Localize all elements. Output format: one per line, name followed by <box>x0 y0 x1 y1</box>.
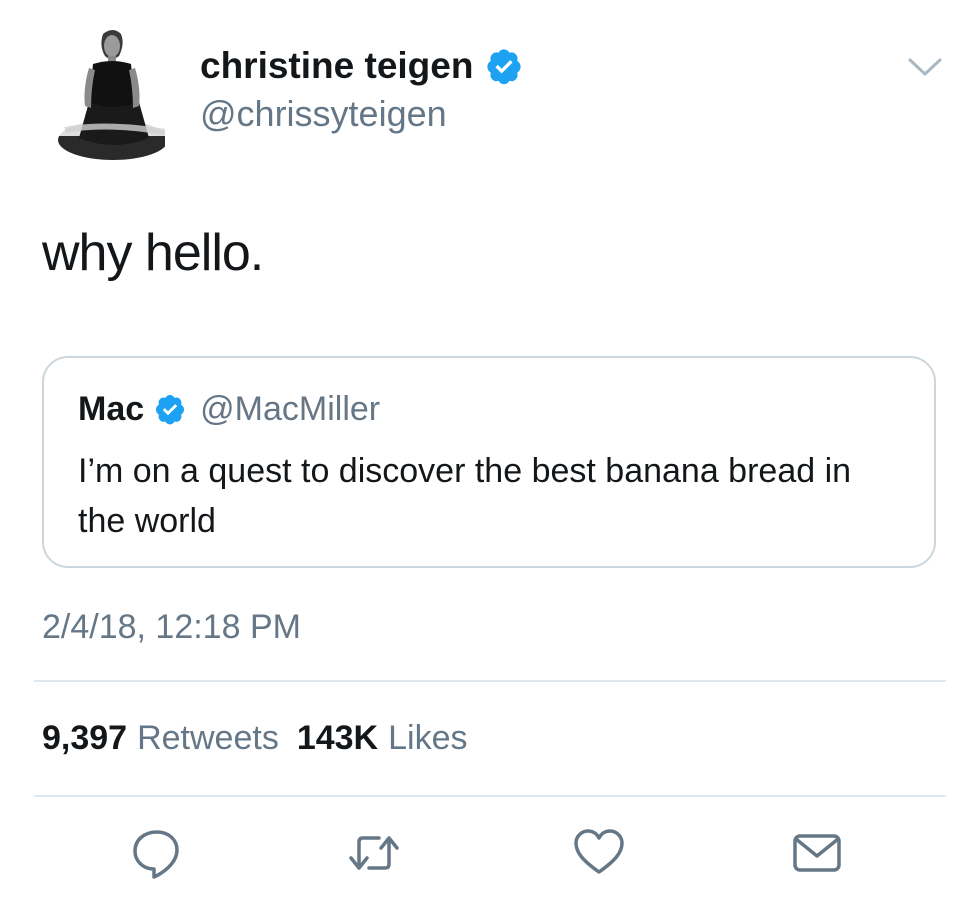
author-handle[interactable]: @chrissyteigen <box>200 92 447 136</box>
retweet-button[interactable] <box>347 826 401 880</box>
reply-icon <box>133 830 179 879</box>
divider <box>34 795 946 797</box>
tweet-action-bar <box>0 826 980 886</box>
verified-badge-icon <box>485 47 523 85</box>
like-button[interactable] <box>572 826 626 880</box>
author-display-name[interactable]: christine teigen <box>200 44 473 88</box>
avatar[interactable] <box>45 22 169 160</box>
avatar-image <box>49 30 169 160</box>
retweets-count: 9,397 <box>42 719 128 757</box>
envelope-icon <box>793 834 841 872</box>
quoted-author-handle: @MacMiller <box>200 390 381 428</box>
quoted-author-name: Mac <box>78 390 145 428</box>
likes-count: 143K <box>296 719 379 757</box>
retweets-stat[interactable]: 9,397 Retweets <box>42 717 279 759</box>
chevron-down-icon[interactable] <box>907 56 943 78</box>
direct-message-button[interactable] <box>790 826 844 880</box>
reply-button[interactable] <box>130 826 184 880</box>
tweet-timestamp: 2/4/18, 12:18 PM <box>42 608 301 646</box>
author-name-row[interactable]: christine teigen <box>200 44 523 88</box>
verified-badge-icon <box>154 393 186 425</box>
tweet-text: why hello. <box>42 224 264 282</box>
likes-label: Likes <box>388 719 468 757</box>
divider <box>34 680 946 682</box>
retweet-icon <box>349 836 399 870</box>
retweets-label: Retweets <box>137 719 279 757</box>
quoted-tweet-text: I’m on a quest to discover the best bana… <box>78 452 852 540</box>
tweet-stats: 9,397 Retweets 143K Likes <box>42 717 467 759</box>
quoted-tweet-card[interactable]: Mac @MacMiller I’m on a quest to discove… <box>42 356 936 568</box>
likes-stat[interactable]: 143K Likes <box>297 717 468 759</box>
heart-icon <box>574 829 624 874</box>
quoted-tweet-header: Mac @MacMiller <box>78 388 380 430</box>
